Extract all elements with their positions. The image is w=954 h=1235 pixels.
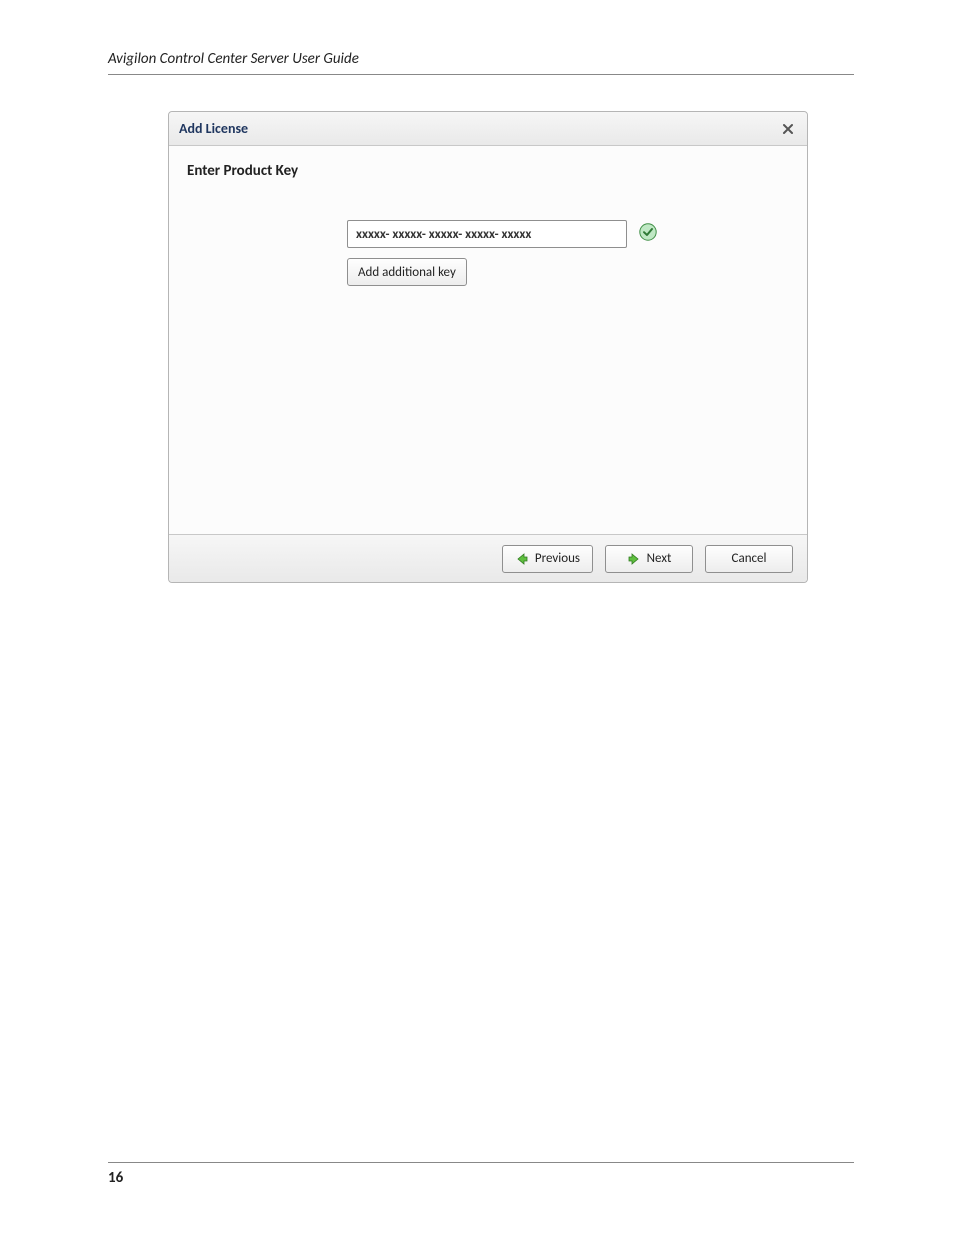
doc-header-title: Avigilon Control Center Server User Guid…: [108, 50, 854, 75]
dialog-footer: Previous Next Cancel: [169, 534, 807, 582]
dialog-body: Enter Product Key Add additional key: [169, 146, 807, 534]
previous-button-label: Previous: [535, 551, 580, 566]
check-valid-icon: [639, 223, 657, 246]
next-button-label: Next: [647, 551, 672, 566]
add-license-dialog: Add License Enter Product Key Add additi…: [168, 111, 808, 583]
product-key-row: [347, 220, 789, 248]
close-icon[interactable]: [779, 120, 797, 138]
dialog-titlebar: Add License: [169, 112, 807, 146]
next-button[interactable]: Next: [605, 545, 693, 573]
cancel-button-label: Cancel: [732, 551, 767, 566]
add-additional-key-button[interactable]: Add additional key: [347, 258, 467, 286]
cancel-button[interactable]: Cancel: [705, 545, 793, 573]
previous-button[interactable]: Previous: [502, 545, 593, 573]
arrow-right-icon: [627, 552, 641, 566]
arrow-left-icon: [515, 552, 529, 566]
product-key-input[interactable]: [347, 220, 627, 248]
enter-product-key-heading: Enter Product Key: [187, 162, 789, 180]
dialog-title: Add License: [179, 120, 248, 137]
page-number: 16: [108, 1162, 854, 1187]
